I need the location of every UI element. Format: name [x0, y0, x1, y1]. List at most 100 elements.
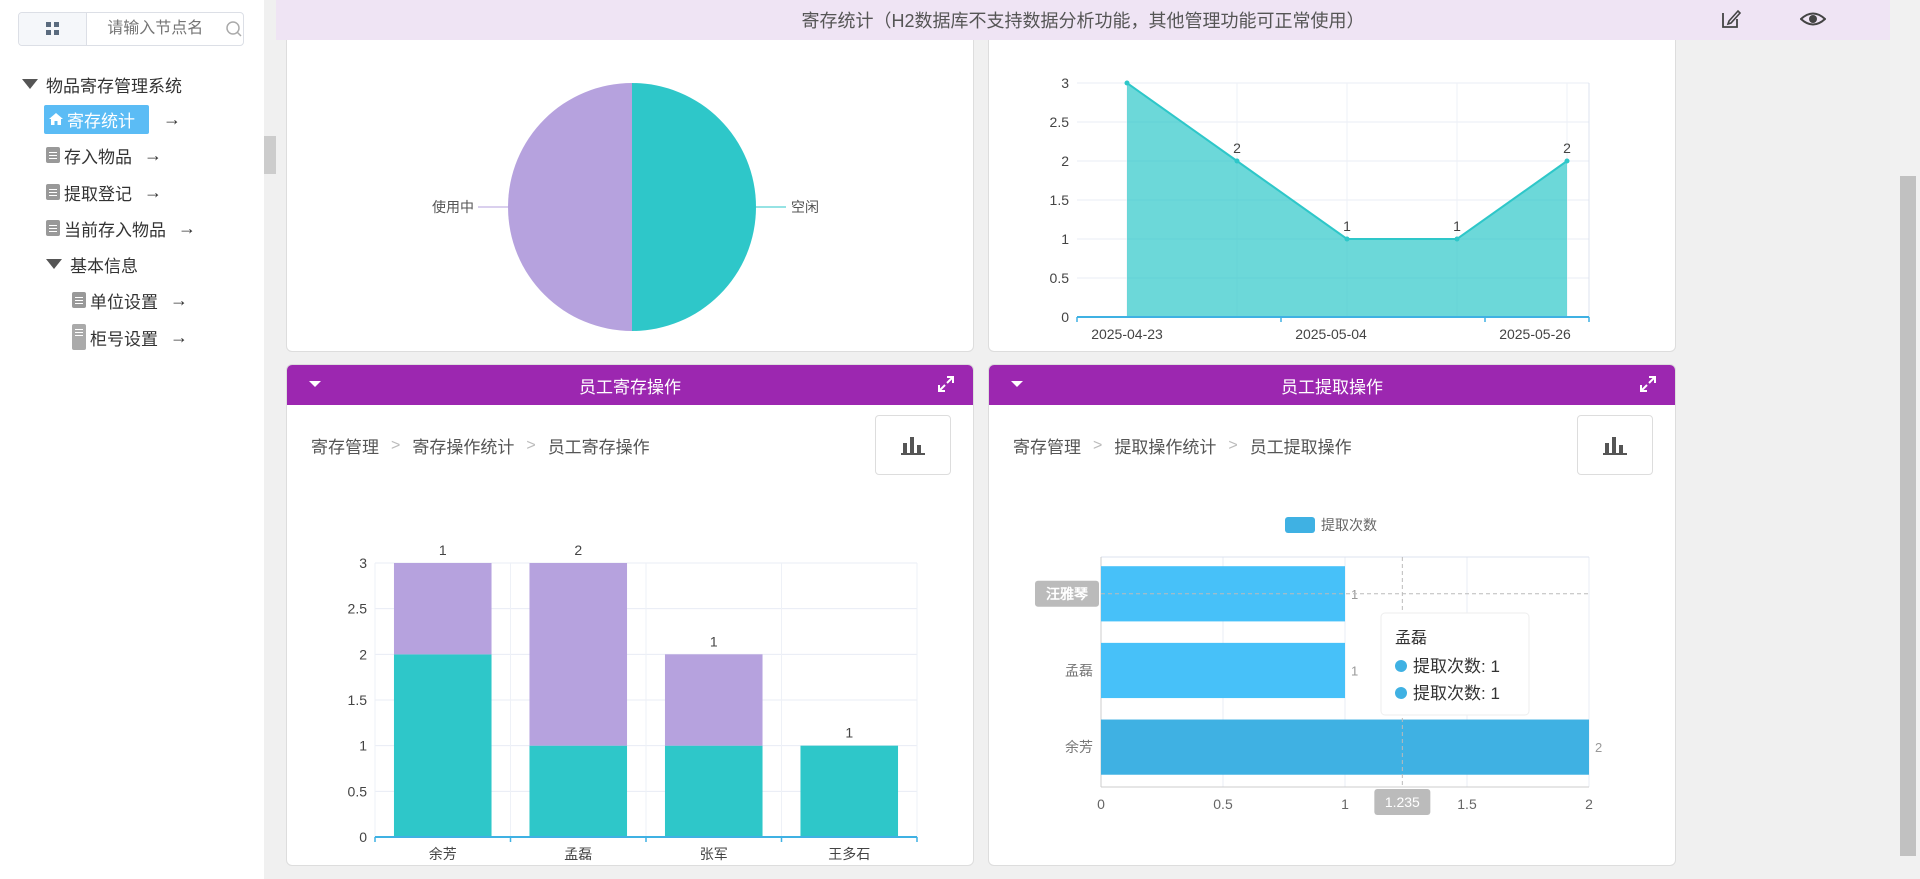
- collapse-caret-icon[interactable]: [309, 381, 321, 387]
- x-tick-label: 0: [1097, 796, 1105, 812]
- data-label: 2: [1595, 740, 1602, 755]
- tree-item-pickup[interactable]: 提取登记 →: [46, 178, 162, 206]
- tooltip-title: 孟磊: [1395, 629, 1427, 647]
- grid-icon: [45, 22, 59, 35]
- x-tick-label: 0.5: [1213, 796, 1233, 812]
- y-tick-label: 2: [359, 646, 367, 662]
- data-label: 2: [1233, 140, 1241, 156]
- main-area: 使用中 空闲 0 0.5 1 1.5 2 2.5 3 2 1 1 2 2025-04-23 2025-0…: [276, 10, 1890, 879]
- arrow-right-icon[interactable]: →: [144, 145, 162, 166]
- expand-icon[interactable]: [937, 375, 955, 393]
- arrow-right-icon[interactable]: →: [170, 327, 188, 348]
- data-point[interactable]: [1234, 158, 1240, 164]
- scrollbar-thumb[interactable]: [1900, 176, 1916, 856]
- legend-label: 提取次数: [1321, 517, 1377, 533]
- tree-item-cabinet[interactable]: 柜号设置 →: [72, 323, 188, 351]
- splitter-handle[interactable]: [264, 136, 276, 174]
- pie-slice-in-use[interactable]: [508, 83, 632, 331]
- y-tick-label: 余芳: [1065, 739, 1093, 755]
- tree-item-store[interactable]: 存入物品 →: [46, 141, 162, 169]
- x-tick-label: 2025-05-04: [1295, 326, 1367, 342]
- collapse-triangle-icon[interactable]: [22, 79, 38, 89]
- data-point[interactable]: [1454, 236, 1460, 242]
- bar[interactable]: [1101, 719, 1589, 775]
- x-tick-label: 1.5: [1457, 796, 1477, 812]
- page-scrollbar[interactable]: [1890, 0, 1920, 879]
- bar-segment[interactable]: [393, 654, 492, 837]
- arrow-right-icon[interactable]: →: [170, 290, 188, 311]
- tree-root-label: 物品寄存管理系统: [46, 76, 182, 96]
- tree-search-input[interactable]: [105, 19, 220, 39]
- data-label: 1: [1351, 663, 1358, 678]
- sidebar-splitter[interactable]: [264, 0, 276, 879]
- arrow-right-icon[interactable]: →: [144, 182, 162, 203]
- arrow-right-icon[interactable]: →: [178, 218, 196, 239]
- y-tick-label: 2.5: [348, 601, 368, 617]
- y-tick-label: 1.5: [348, 692, 368, 708]
- arrow-right-icon[interactable]: →: [163, 109, 181, 130]
- data-point[interactable]: [1564, 158, 1570, 164]
- card-header: 员工寄存操作: [287, 365, 973, 405]
- tree-root[interactable]: 物品寄存管理系统: [22, 70, 182, 98]
- collapse-triangle-icon[interactable]: [46, 259, 62, 269]
- tree-item-label: 提取登记: [64, 184, 132, 204]
- search-icon[interactable]: [225, 20, 243, 38]
- card-staff-pickup: 员工提取操作 寄存管理 > 提取操作统计 > 员工提取操作 提取次数 0 0.5 1 1…: [988, 364, 1676, 866]
- tree-item-unit[interactable]: 单位设置 →: [72, 286, 188, 314]
- pie-label-in-use: 使用中: [432, 199, 474, 215]
- tree-item-deposit-stats[interactable]: 寄存统计 →: [44, 104, 181, 134]
- eye-icon[interactable]: [1800, 8, 1826, 30]
- tree-item-label: 寄存统计: [67, 111, 135, 131]
- tooltip-row: 提取次数: 1: [1413, 684, 1500, 703]
- bar-segment[interactable]: [664, 745, 763, 837]
- bar-segment[interactable]: [393, 563, 492, 655]
- y-tick-label: 1: [1061, 231, 1069, 247]
- title-bar: 寄存统计（H2数据库不支持数据分析功能，其他管理功能可正常使用）: [276, 0, 1890, 40]
- bar-segment[interactable]: [529, 745, 628, 837]
- bar-segment[interactable]: [800, 745, 899, 837]
- data-label: 1: [845, 725, 853, 741]
- card-title: 员工提取操作: [1281, 377, 1383, 397]
- home-icon: [49, 113, 63, 125]
- expand-icon[interactable]: [1639, 375, 1657, 393]
- data-label: 1: [1453, 218, 1461, 234]
- legend-swatch[interactable]: [1285, 517, 1315, 533]
- tree-item-label: 当前存入物品: [64, 220, 166, 240]
- y-tick-label: 3: [359, 555, 367, 571]
- tree-item-label: 存入物品: [64, 147, 132, 167]
- document-icon: [72, 324, 86, 350]
- bar-segment[interactable]: [529, 563, 628, 746]
- card-header: 员工提取操作: [989, 365, 1675, 405]
- card-title: 员工寄存操作: [579, 377, 681, 397]
- data-point[interactable]: [1344, 236, 1350, 242]
- card-staff-deposit: 员工寄存操作 寄存管理 > 寄存操作统计 > 员工寄存操作 0 0.5 1 1.5 2 2…: [286, 364, 974, 866]
- y-tick-label: 孟磊: [1065, 662, 1093, 678]
- data-label: 2: [574, 542, 582, 558]
- y-tick-label: 0: [359, 829, 367, 845]
- data-label: 1: [1343, 218, 1351, 234]
- card-status-pie: 使用中 空闲: [286, 10, 974, 352]
- tree-search: [18, 12, 244, 46]
- pie-slice-idle[interactable]: [632, 83, 756, 331]
- collapse-caret-icon[interactable]: [1011, 381, 1023, 387]
- data-label: 1: [710, 633, 718, 649]
- edit-icon[interactable]: [1720, 8, 1742, 30]
- axis-pointer-value: 1.235: [1385, 794, 1420, 810]
- x-tick-label: 2025-05-26: [1499, 326, 1571, 342]
- grid-menu-button[interactable]: [19, 13, 88, 45]
- tree-group-basic[interactable]: 基本信息: [46, 250, 138, 278]
- x-tick-label: 孟磊: [564, 846, 592, 862]
- document-icon: [46, 147, 60, 163]
- active-item-highlight[interactable]: 寄存统计: [44, 104, 149, 134]
- data-point[interactable]: [1124, 80, 1130, 86]
- stacked-bar-chart: 00.511.522.5321余芳12孟磊11张军1王多石: [348, 542, 918, 862]
- card-trend-area: 0 0.5 1 1.5 2 2.5 3 2 1 1 2 2025-04-23 2025-05-04 202…: [988, 10, 1676, 352]
- document-icon: [72, 292, 86, 308]
- tree-group-label: 基本信息: [70, 256, 138, 276]
- x-tick-label: 余芳: [429, 846, 457, 862]
- x-tick-label: 2: [1585, 796, 1593, 812]
- bar[interactable]: [1101, 642, 1345, 699]
- y-tick-label: 1: [359, 738, 367, 754]
- tree-item-current[interactable]: 当前存入物品 →: [46, 214, 196, 242]
- bar-segment[interactable]: [664, 654, 763, 746]
